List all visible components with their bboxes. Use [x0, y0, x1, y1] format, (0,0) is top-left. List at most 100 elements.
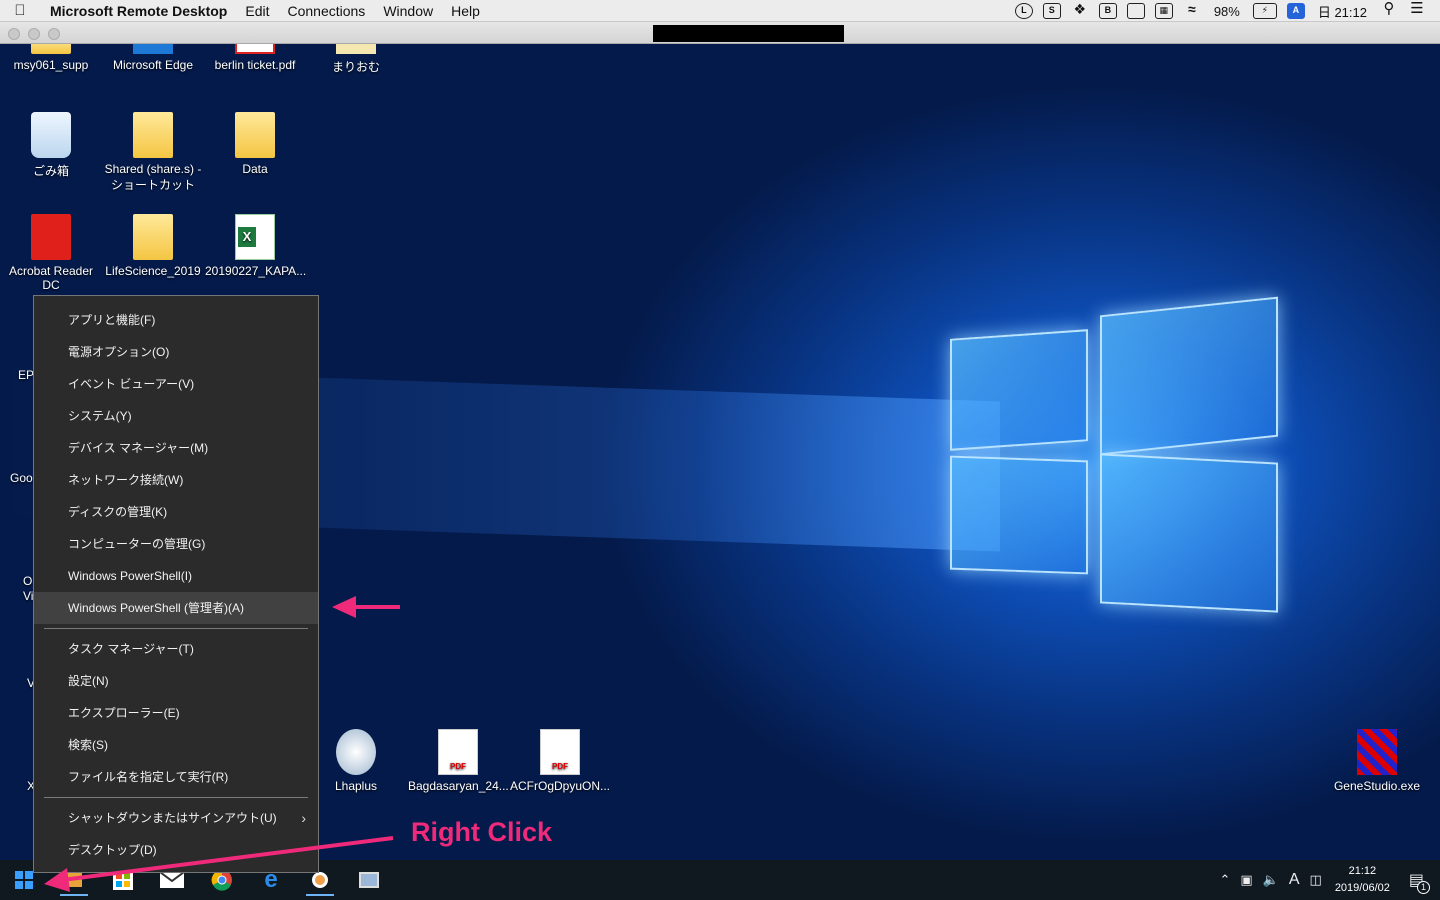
desktop-icon-mariomu[interactable]: まりおむ [306, 44, 406, 75]
menu-connections[interactable]: Connections [287, 3, 365, 19]
menu-item-computer-management[interactable]: コンピューターの管理(G) [34, 528, 318, 560]
menu-item-settings[interactable]: 設定(N) [34, 665, 318, 697]
menu-item-powershell-admin[interactable]: Windows PowerShell (管理者)(A) [34, 592, 318, 624]
ime-mode-icon[interactable]: ◫ [1310, 872, 1322, 888]
wallpaper-logo-pane [950, 455, 1088, 575]
desktop-icon-label: GeneStudio.exe [1333, 779, 1421, 793]
winx-context-menu: アプリと機能(F) 電源オプション(O) イベント ビューアー(V) システム(… [33, 295, 319, 873]
pdf-icon [235, 44, 275, 54]
desktop-icon-lifescience[interactable]: LifeScience_2019 [103, 214, 203, 278]
desktop-icon-label: berlin ticket.pdf [214, 58, 296, 72]
desktop-icon-excel-file[interactable]: 20190227_KAPA... [205, 214, 306, 278]
menu-item-apps-features[interactable]: アプリと機能(F) [34, 304, 318, 336]
desktop-icon-label: Lhaplus [334, 779, 378, 793]
partial-icon-label[interactable]: Goo [10, 471, 33, 485]
notification-count-badge: 1 [1417, 881, 1430, 894]
app-name-menu[interactable]: Microsoft Remote Desktop [50, 3, 227, 19]
s-app-icon[interactable]: S [1042, 3, 1061, 19]
desktop-icon-label: Bagdasaryan_24... [408, 779, 509, 793]
wifi-icon[interactable]: ≈ [1183, 2, 1201, 19]
menu-item-device-manager[interactable]: デバイス マネージャー(M) [34, 432, 318, 464]
menu-item-powershell[interactable]: Windows PowerShell(I) [34, 560, 318, 592]
desktop-icon-lhaplus[interactable]: Lhaplus [306, 729, 406, 793]
partial-icon-label[interactable]: Vi [23, 589, 33, 603]
desktop-icon-label: Shared (share.s) - ショートカット [104, 162, 202, 192]
menu-item-network-connections[interactable]: ネットワーク接続(W) [34, 464, 318, 496]
lhaplus-icon [336, 729, 376, 775]
monitor-icon [359, 872, 379, 888]
menu-item-desktop[interactable]: デスクトップ(D) [34, 834, 318, 866]
menu-separator [44, 628, 308, 629]
taskbar-app-remote-desktop[interactable] [349, 864, 389, 896]
window-app-icon[interactable] [1126, 3, 1145, 19]
desktop-icon-genestudio[interactable]: GeneStudio.exe [1327, 729, 1427, 793]
desktop-icon-data[interactable]: Data [205, 112, 305, 176]
menu-item-system[interactable]: システム(Y) [34, 400, 318, 432]
zoom-window-icon[interactable] [48, 28, 60, 40]
desktop-icon-label: ごみ箱 [32, 164, 69, 178]
menu-separator [44, 797, 308, 798]
bookmark-app-icon[interactable]: B [1098, 3, 1117, 19]
volume-icon[interactable]: 🔈 [1263, 872, 1279, 888]
chevron-up-icon[interactable]: ⌃ [1219, 872, 1230, 888]
menu-item-run[interactable]: ファイル名を指定して実行(R) [34, 761, 318, 793]
menu-help[interactable]: Help [451, 3, 480, 19]
pdf-icon [438, 729, 478, 775]
close-window-icon[interactable] [8, 28, 20, 40]
spotlight-search-icon[interactable]: ⚲ [1380, 1, 1398, 19]
input-source-indicator[interactable]: A [1286, 3, 1305, 19]
menu-item-search[interactable]: 検索(S) [34, 729, 318, 761]
taskbar-time: 21:12 [1348, 865, 1377, 877]
system-tray: ⌃ ▣ 🔈 A ◫ 21:12 2019/06/02 ▤ 1 [1214, 860, 1440, 900]
desktop-icon-acrobat-reader[interactable]: Acrobat Reader DC [1, 214, 101, 292]
menu-item-explorer[interactable]: エクスプローラー(E) [34, 697, 318, 729]
apple-menu-icon[interactable]:  [0, 2, 40, 19]
network-icon[interactable]: ▣ [1240, 872, 1252, 888]
taskbar-date: 2019/06/02 [1334, 882, 1390, 894]
menu-item-task-manager[interactable]: タスク マネージャー(T) [34, 633, 318, 665]
menu-edit[interactable]: Edit [245, 3, 269, 19]
chevron-right-icon: › [301, 810, 306, 826]
desktop-icon-msy061-supp[interactable]: msy061_supp [1, 44, 101, 72]
menu-item-shutdown-signout[interactable]: シャットダウンまたはサインアウト(U) › [34, 802, 318, 834]
mac-status-area: L S ❖ B ▦ ≈ 98% ⚡ A 日 21:12 ⚲ ☰ [1010, 0, 1440, 22]
folder-icon [133, 214, 173, 260]
desktop-icon-recycle-bin[interactable]: ごみ箱 [1, 112, 101, 179]
desktop-icon-acfrog-pdf[interactable]: ACFrOgDpyuON... [510, 729, 610, 793]
desktop-icon-label: LifeScience_2019 [105, 264, 201, 278]
active-app-underline [306, 894, 334, 896]
menu-window[interactable]: Window [383, 3, 433, 19]
battery-percent: 98% [1213, 3, 1240, 19]
taskbar-clock[interactable]: 21:12 2019/06/02 [1335, 863, 1390, 897]
redacted-window-title [653, 25, 844, 42]
folder-icon [31, 44, 71, 54]
line-app-icon[interactable]: L [1014, 3, 1033, 19]
menu-item-event-viewer[interactable]: イベント ビューアー(V) [34, 368, 318, 400]
menu-meter-icon[interactable]: ▦ [1154, 3, 1173, 19]
notification-center-icon[interactable]: ☰ [1408, 1, 1426, 19]
excel-icon [235, 214, 275, 260]
menu-item-label: シャットダウンまたはサインアウト(U) [68, 811, 277, 825]
recycle-bin-icon [31, 112, 71, 158]
desktop-icon-shared-shortcut[interactable]: Shared (share.s) - ショートカット [103, 112, 203, 193]
edge-icon [133, 44, 173, 54]
menu-item-disk-management[interactable]: ディスクの管理(K) [34, 496, 318, 528]
desktop-icon-bagdasaryan-pdf[interactable]: Bagdasaryan_24... [408, 729, 509, 793]
microsoft-store-icon [113, 870, 133, 890]
ime-indicator[interactable]: A [1289, 871, 1300, 889]
store-bag-icon [66, 873, 82, 887]
desktop-icon-berlin-ticket-pdf[interactable]: berlin ticket.pdf [205, 44, 305, 72]
folder-icon [235, 112, 275, 158]
desktop-icon-microsoft-edge[interactable]: Microsoft Edge [103, 44, 203, 72]
folder-shortcut-icon [133, 112, 173, 158]
dropbox-icon[interactable]: ❖ [1071, 2, 1089, 19]
partial-icon-label[interactable]: O [23, 574, 32, 588]
menu-item-power-options[interactable]: 電源オプション(O) [34, 336, 318, 368]
acrobat-icon [31, 214, 71, 260]
wallpaper-logo-pane [950, 329, 1088, 451]
action-center-icon[interactable]: ▤ 1 [1409, 870, 1430, 894]
desktop-icon-label: ACFrOgDpyuON... [510, 779, 611, 793]
menubar-clock[interactable]: 日 21:12 [1318, 2, 1367, 21]
minimize-window-icon[interactable] [28, 28, 40, 40]
battery-icon[interactable]: ⚡ [1252, 3, 1277, 19]
